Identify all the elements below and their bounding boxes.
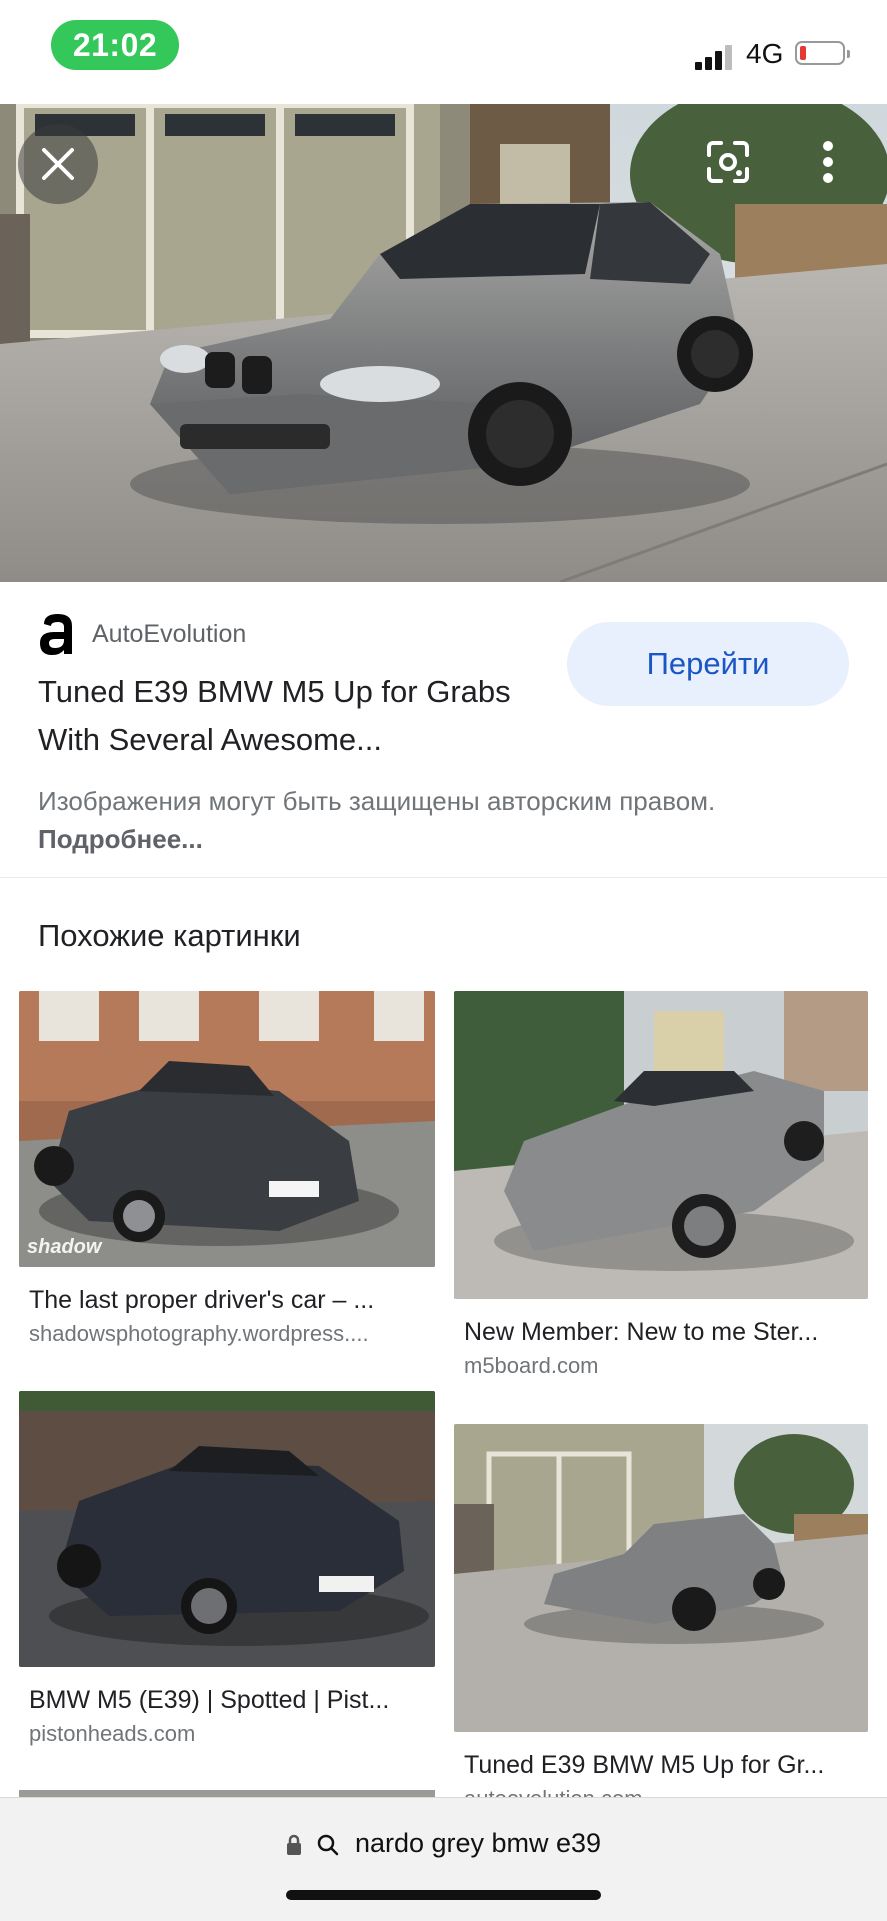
similar-image-caption: The last proper driver's car – ... (29, 1286, 375, 1314)
similar-image-card[interactable]: New Member: New to me Ster... m5board.co… (454, 991, 868, 1391)
battery-icon (795, 41, 850, 65)
similar-image-thumb[interactable] (19, 1391, 435, 1667)
visit-button[interactable]: Перейти (567, 622, 849, 706)
status-time: 21:02 (51, 20, 179, 70)
similar-image-card[interactable]: shadow The last proper driver's car – ..… (19, 991, 435, 1361)
copyright-text: Изображения могут быть защищены авторски… (38, 786, 716, 816)
more-options-button[interactable] (806, 134, 850, 190)
similar-image-card[interactable]: BMW M5 (E39) | Spotted | Pist... pistonh… (19, 1391, 435, 1761)
similar-images-heading: Похожие картинки (38, 918, 301, 953)
close-icon (42, 148, 74, 180)
similar-image-thumb-partial (19, 1790, 435, 1797)
close-button[interactable] (18, 124, 98, 204)
divider (0, 877, 887, 878)
status-bar: 21:02 4G (0, 0, 887, 104)
main-image[interactable] (0, 104, 887, 582)
similar-image-thumb[interactable]: shadow (19, 991, 435, 1267)
copyright-notice: Изображения могут быть защищены авторски… (38, 782, 758, 858)
search-query: nardo grey bmw e39 (354, 1828, 602, 1858)
similar-image-card[interactable]: Tuned E39 BMW M5 Up for Gr... autoevolut… (454, 1424, 868, 1797)
search-icon (318, 1834, 339, 1856)
similar-image-caption: New Member: New to me Ster... (464, 1318, 819, 1346)
similar-image-thumb[interactable] (454, 991, 868, 1299)
signal-icon (695, 40, 735, 70)
similar-image-caption: BMW M5 (E39) | Spotted | Pist... (29, 1686, 390, 1714)
more-vert-icon (823, 141, 833, 183)
source-name: AutoEvolution (92, 619, 247, 648)
lens-button[interactable] (700, 134, 756, 190)
autoevolution-logo-icon (40, 614, 72, 655)
lens-icon (707, 141, 749, 183)
result-title[interactable]: Tuned E39 BMW M5 Up for Grabs With Sever… (38, 668, 558, 764)
similar-image-domain: shadowsphotography.wordpress.... (29, 1321, 369, 1346)
svg-text:shadow: shadow (27, 1236, 103, 1258)
similar-image-domain: pistonheads.com (29, 1721, 196, 1746)
network-type: 4G (746, 38, 784, 69)
home-indicator[interactable] (286, 1890, 601, 1900)
address-field[interactable]: nardo grey bmw e39 (0, 1828, 887, 1859)
similar-image-domain: m5board.com (464, 1353, 599, 1378)
similar-image-caption: Tuned E39 BMW M5 Up for Gr... (464, 1751, 825, 1779)
similar-image-thumb[interactable] (454, 1424, 868, 1732)
lock-icon (286, 1834, 301, 1855)
source-row: AutoEvolution (38, 612, 246, 656)
more-info-link[interactable]: Подробнее... (38, 824, 203, 854)
similar-image-domain: autoevolution.com (464, 1786, 862, 1797)
browser-address-bar[interactable]: nardo grey bmw e39 (0, 1797, 887, 1921)
